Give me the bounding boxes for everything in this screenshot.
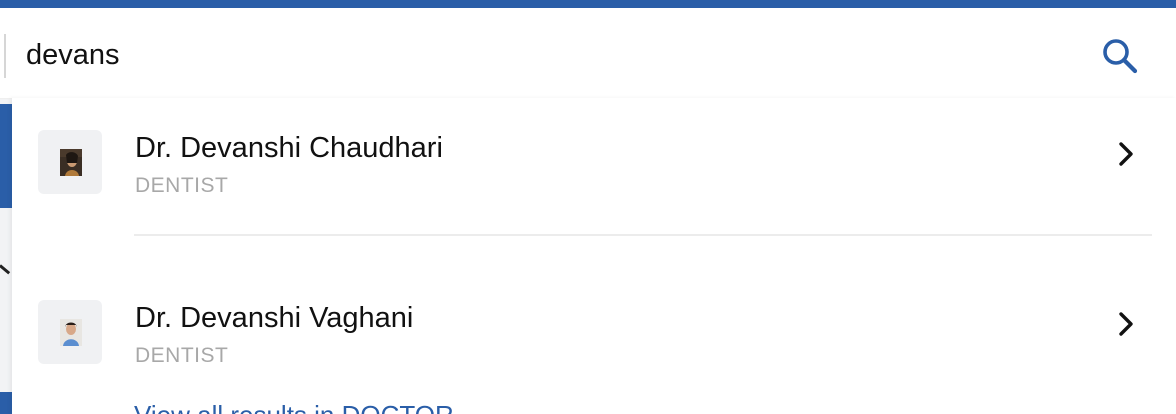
background-blue-block: [0, 104, 12, 208]
doctor-name: Dr. Devanshi Chaudhari: [135, 132, 443, 164]
background-blue-block-bottom: [0, 392, 12, 414]
search-result-item[interactable]: Dr. Devanshi Vaghani DENTIST: [12, 268, 1176, 398]
view-all-results-link[interactable]: View all results in DOCTOR: [134, 400, 454, 414]
doctor-photo-icon: [60, 149, 82, 176]
top-accent-bar: [0, 0, 1176, 8]
search-overlay: Dr. Devanshi Chaudhari DENTIST Dr. Devan…: [0, 0, 1176, 414]
doctor-specialty: DENTIST: [135, 174, 229, 197]
chevron-right-icon: [1119, 142, 1133, 166]
search-icon[interactable]: [1100, 36, 1140, 76]
search-bar: [0, 8, 1176, 99]
result-divider: [134, 234, 1152, 236]
avatar: [38, 300, 102, 364]
search-results-dropdown: Dr. Devanshi Chaudhari DENTIST Dr. Devan…: [12, 98, 1176, 414]
search-divider: [4, 34, 6, 78]
avatar: [38, 130, 102, 194]
search-input[interactable]: [18, 32, 1094, 78]
doctor-specialty: DENTIST: [135, 344, 229, 367]
doctor-photo-icon: [60, 319, 82, 346]
chevron-right-icon: [1119, 312, 1133, 336]
doctor-name: Dr. Devanshi Vaghani: [135, 302, 414, 334]
search-result-item[interactable]: Dr. Devanshi Chaudhari DENTIST: [12, 98, 1176, 228]
